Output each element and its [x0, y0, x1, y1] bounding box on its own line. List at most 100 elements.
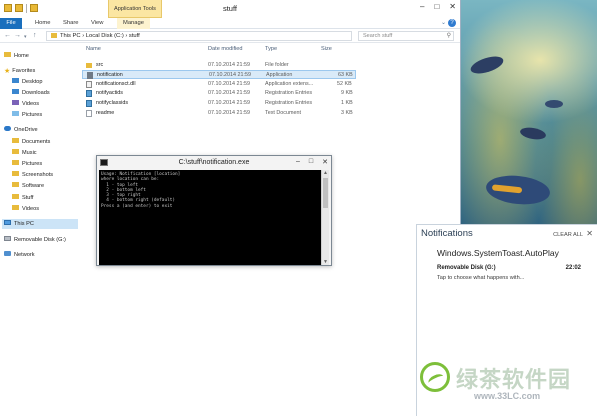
minimize-icon[interactable]: –: [420, 2, 424, 11]
tab-home[interactable]: Home: [35, 18, 50, 29]
close-icon[interactable]: ✕: [322, 158, 328, 166]
nav-item-screenshots[interactable]: Screenshots: [12, 170, 53, 180]
nav-item-onedrive-videos[interactable]: Videos: [12, 204, 39, 214]
nav-item-removable-disk[interactable]: Removable Disk (G:): [4, 235, 66, 245]
nav-item-label: Network: [14, 252, 35, 258]
nav-item-label: Videos: [22, 101, 40, 107]
minimize-icon[interactable]: –: [296, 158, 300, 166]
nav-item-label: Music: [22, 150, 37, 156]
nav-item-downloads[interactable]: Downloads: [12, 88, 50, 98]
column-header-type[interactable]: Type: [265, 46, 277, 52]
nav-item-network[interactable]: Network: [4, 250, 35, 260]
nav-item-stuff[interactable]: Stuff: [12, 193, 33, 203]
nav-item-this-pc[interactable]: This PC: [2, 219, 78, 229]
nav-item-label: OneDrive: [14, 127, 38, 133]
tab-share[interactable]: Share: [63, 18, 78, 29]
star-icon: ★: [4, 68, 11, 75]
scroll-down-icon[interactable]: ▼: [323, 259, 328, 265]
nav-item-label: Desktop: [22, 79, 43, 85]
console-output[interactable]: Usage: Notification [location] where loc…: [99, 170, 323, 265]
tab-manage[interactable]: Manage: [117, 18, 150, 29]
notification-item[interactable]: Removable Disk (G:) 22:02 Tap to choose …: [429, 263, 591, 285]
column-header-date[interactable]: Date modified: [208, 46, 243, 52]
nav-item-label: This PC: [14, 221, 34, 227]
nav-item-software[interactable]: Software: [12, 181, 44, 191]
back-arrow-icon[interactable]: ←: [4, 32, 11, 39]
file-date: 07.10.2014 21:59: [208, 81, 250, 87]
file-row[interactable]: src 07.10.2014 21:59 File folder: [82, 61, 356, 70]
nav-item-label: Pictures: [22, 161, 43, 167]
folder-icon: [12, 194, 19, 200]
nav-item-onedrive-pictures[interactable]: Pictures: [12, 159, 42, 169]
scroll-up-icon[interactable]: ▲: [323, 170, 328, 176]
nav-item-pictures[interactable]: Pictures: [12, 110, 42, 120]
file-name: notification: [97, 72, 123, 78]
nav-item-label: Software: [22, 183, 45, 189]
maximize-icon[interactable]: □: [434, 2, 439, 11]
file-date: 07.10.2014 21:59: [208, 90, 250, 96]
desktop-icon: [12, 78, 19, 84]
folder-icon: [12, 182, 19, 188]
console-scrollbar[interactable]: ▲ ▼: [321, 170, 329, 265]
registry-file-icon: [86, 100, 92, 107]
address-bar[interactable]: This PC › Local Disk (C:) › stuff: [46, 31, 352, 41]
address-path: This PC › Local Disk (C:) › stuff: [60, 33, 140, 39]
file-row[interactable]: notificationsct.dll 07.10.2014 21:59 App…: [82, 80, 356, 89]
notification-app-name: Windows.SystemToast.AutoPlay: [437, 248, 559, 258]
column-header-name[interactable]: Name: [86, 46, 101, 52]
nav-item-favorites[interactable]: ★ Favorites: [4, 66, 35, 76]
ribbon-tabs: File Home Share View Manage ⌄ ?: [0, 18, 460, 29]
column-header-size[interactable]: Size: [321, 46, 332, 52]
nav-item-label: Videos: [22, 206, 40, 212]
file-size: 9 KB: [341, 90, 353, 96]
nav-item-music[interactable]: Music: [12, 148, 37, 158]
file-row[interactable]: readme 07.10.2014 21:59 Text Document 3 …: [82, 109, 356, 118]
nav-item-home[interactable]: Home: [4, 51, 29, 61]
nav-item-onedrive[interactable]: OneDrive: [4, 125, 38, 135]
pc-icon: [51, 32, 57, 38]
file-name: notifyclassids: [96, 100, 129, 106]
recent-locations-icon[interactable]: ▾: [24, 34, 27, 40]
pictures-icon: [12, 111, 19, 117]
scrollbar-thumb[interactable]: [323, 178, 328, 208]
forward-arrow-icon[interactable]: →: [14, 32, 21, 39]
console-window[interactable]: C:\stuff\notification.exe – □ ✕ Usage: N…: [96, 155, 332, 266]
search-input[interactable]: Search stuff ⚲: [358, 31, 454, 41]
dll-file-icon: [86, 81, 92, 88]
file-name: readme: [96, 110, 115, 116]
window-controls: – □ ✕: [420, 2, 456, 11]
fish-image: [484, 172, 552, 208]
close-icon[interactable]: ✕: [586, 229, 593, 238]
text-file-icon: [86, 110, 92, 117]
expand-ribbon-icon[interactable]: ⌄: [441, 19, 446, 26]
maximize-icon[interactable]: □: [309, 158, 313, 166]
file-date: 07.10.2014 21:59: [209, 72, 251, 78]
videos-icon: [12, 100, 19, 106]
application-icon: [87, 72, 93, 79]
nav-item-desktop[interactable]: Desktop: [12, 77, 43, 87]
file-row[interactable]: notifyactids 07.10.2014 21:59 Registrati…: [82, 89, 356, 98]
file-row-selected[interactable]: notification 07.10.2014 21:59 Applicatio…: [82, 70, 356, 79]
file-name: src: [96, 62, 104, 68]
title-bar: Application Tools stuff – □ ✕: [0, 0, 460, 18]
downloads-icon: [12, 89, 19, 95]
search-icon[interactable]: ⚲: [447, 32, 451, 41]
nav-item-documents[interactable]: Documents: [12, 137, 50, 147]
file-type: Application: [266, 72, 293, 78]
close-icon[interactable]: ✕: [449, 2, 456, 11]
clear-all-button[interactable]: CLEAR ALL: [553, 232, 583, 238]
fish-image: [468, 53, 506, 77]
nav-item-label: Home: [14, 53, 29, 59]
file-type: File folder: [265, 62, 289, 68]
help-icon[interactable]: ?: [448, 19, 456, 27]
file-type: Text Document: [265, 110, 301, 116]
fish-image: [545, 100, 563, 108]
nav-item-videos[interactable]: Videos: [12, 99, 39, 109]
window-title: stuff: [222, 4, 238, 13]
tab-view[interactable]: View: [91, 18, 103, 29]
file-date: 07.10.2014 21:59: [208, 110, 250, 116]
nav-item-label: Removable Disk (G:): [14, 237, 66, 243]
file-row[interactable]: notifyclassids 07.10.2014 21:59 Registra…: [82, 99, 356, 108]
tab-file[interactable]: File: [0, 18, 22, 29]
up-arrow-icon[interactable]: ↑: [33, 32, 37, 39]
